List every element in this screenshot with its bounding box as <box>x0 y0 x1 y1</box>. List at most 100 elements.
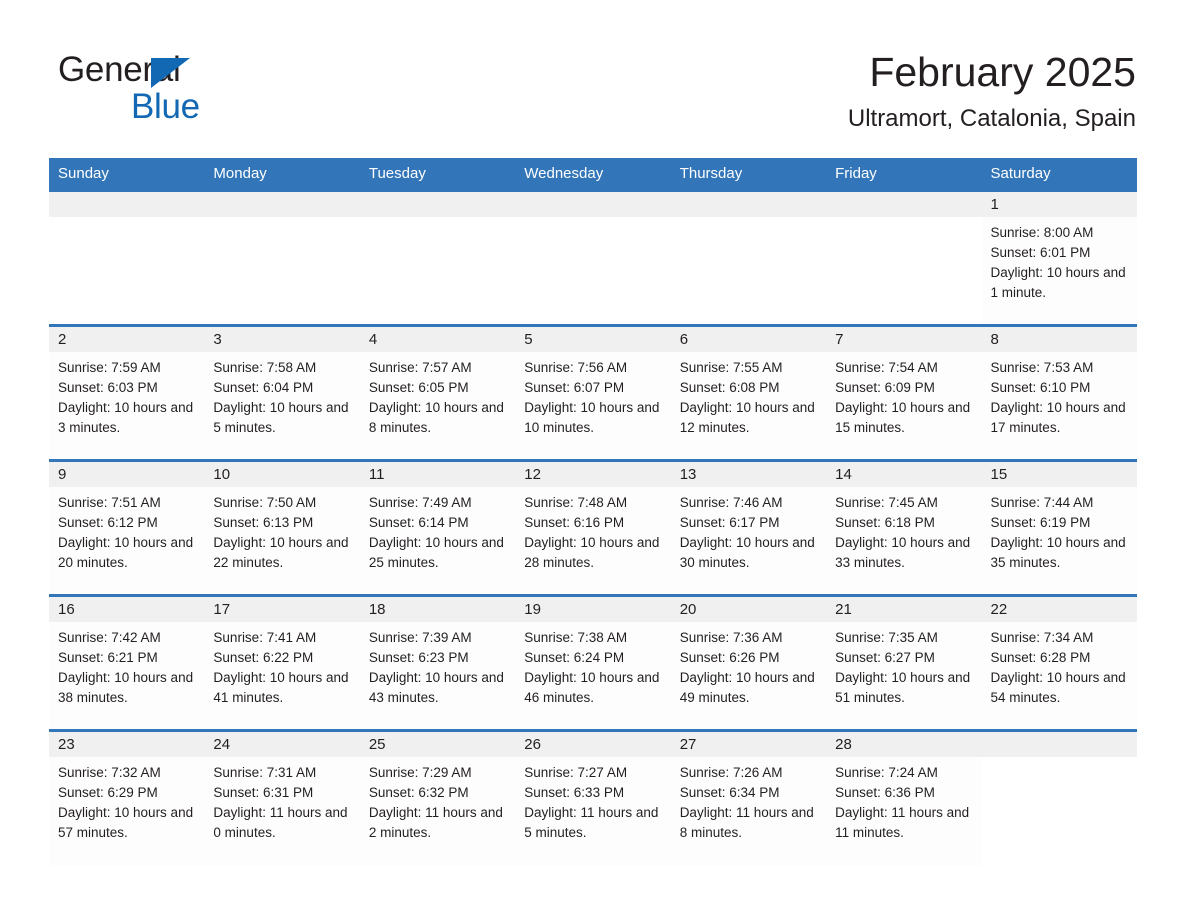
calendar-day-cell[interactable]: 11 Sunrise: 7:49 AM Sunset: 6:14 PM Dayligh… <box>359 459 516 596</box>
day-number-bar: 3 <box>204 328 360 352</box>
calendar-empty-cell <box>49 189 205 326</box>
day-number: 4 <box>368 331 378 348</box>
day-number-bar: 22 <box>981 598 1137 622</box>
calendar-empty-cell <box>515 189 671 326</box>
day-details: Sunrise: 7:35 AM Sunset: 6:27 PM Daylight:… <box>826 622 981 708</box>
sunrise-text: Sunrise: 7:35 AM <box>835 630 938 645</box>
calendar-table: Sunday Monday Tuesday Wednesday Thursday… <box>49 158 1137 866</box>
day-number-bar: 1 <box>981 193 1137 217</box>
sunset-text: Sunset: 6:19 PM <box>990 515 1091 530</box>
sunset-text: Sunset: 6:27 PM <box>835 650 935 665</box>
day-details: Sunrise: 7:41 AM Sunset: 6:22 PM Daylight:… <box>204 622 359 708</box>
daylight-text: Daylight: 10 hours and 20 minutes. <box>58 535 194 570</box>
weekday-header-thursday: Thursday <box>670 158 827 191</box>
sunset-text: Sunset: 6:16 PM <box>524 515 625 530</box>
weekday-header-tuesday: Tuesday <box>359 158 516 191</box>
sunrise-text: Sunrise: 7:58 AM <box>213 360 317 375</box>
day-details: Sunrise: 7:51 AM Sunset: 6:12 PM Daylight:… <box>49 487 204 573</box>
calendar-day-cell[interactable]: 18 Sunrise: 7:39 AM Sunset: 6:23 PM Dayligh… <box>359 594 516 731</box>
day-number-bar <box>204 193 360 217</box>
daylight-text: Daylight: 11 hours and 5 minutes. <box>524 805 659 840</box>
day-details: Sunrise: 7:54 AM Sunset: 6:09 PM Daylight:… <box>826 352 981 438</box>
day-number-bar: 16 <box>49 598 205 622</box>
sunrise-text: Sunrise: 7:48 AM <box>524 495 628 510</box>
page-header: General Blue February 2025 Ultramort, Ca… <box>0 0 1188 158</box>
calendar-empty-cell <box>981 729 1137 866</box>
calendar-day-cell[interactable]: 26 Sunrise: 7:27 AM Sunset: 6:33 PM Dayligh… <box>515 729 671 866</box>
day-number: 17 <box>213 601 231 618</box>
sunset-text: Sunset: 6:07 PM <box>524 380 625 395</box>
calendar-day-cell[interactable]: 24 Sunrise: 7:31 AM Sunset: 6:31 PM Dayligh… <box>204 729 360 866</box>
calendar-day-cell[interactable]: 2 Sunrise: 7:59 AM Sunset: 6:03 PM Daylight… <box>49 324 205 461</box>
sunset-text: Sunset: 6:08 PM <box>679 380 780 395</box>
calendar-day-cell[interactable]: 1 Sunrise: 8:00 AM Sunset: 6:01 PM Daylight… <box>981 189 1137 326</box>
weekday-header-saturday: Saturday <box>981 158 1137 191</box>
calendar-week-row: 2 Sunrise: 7:59 AM Sunset: 6:03 PM Daylight… <box>49 324 1137 461</box>
sunrise-text: Sunrise: 7:55 AM <box>679 360 783 375</box>
day-number-bar: 12 <box>515 463 671 487</box>
day-details: Sunrise: 7:42 AM Sunset: 6:21 PM Daylight:… <box>49 622 204 708</box>
day-details: Sunrise: 7:27 AM Sunset: 6:33 PM Daylight:… <box>515 757 670 843</box>
calendar-page: General Blue February 2025 Ultramort, Ca… <box>0 0 1188 918</box>
sunrise-text: Sunrise: 7:51 AM <box>58 495 161 510</box>
sunrise-text: Sunrise: 7:38 AM <box>524 630 628 645</box>
day-number: 1 <box>990 196 999 213</box>
calendar-day-cell[interactable]: 8 Sunrise: 7:53 AM Sunset: 6:10 PM Daylight… <box>981 324 1137 461</box>
daylight-text: Daylight: 11 hours and 11 minutes. <box>835 805 970 840</box>
calendar-day-cell[interactable]: 5 Sunrise: 7:56 AM Sunset: 6:07 PM Daylight… <box>515 324 671 461</box>
sunset-text: Sunset: 6:26 PM <box>679 650 780 665</box>
day-number: 11 <box>368 466 385 483</box>
day-number-bar: 13 <box>670 463 827 487</box>
daylight-text: Daylight: 10 hours and 22 minutes. <box>213 535 349 570</box>
day-number-bar: 5 <box>515 328 671 352</box>
sunrise-text: Sunrise: 7:24 AM <box>835 765 938 780</box>
day-number-bar: 8 <box>981 328 1137 352</box>
calendar-day-cell[interactable]: 22 Sunrise: 7:34 AM Sunset: 6:28 PM Dayligh… <box>981 594 1137 731</box>
sunrise-text: Sunrise: 7:26 AM <box>679 765 783 780</box>
day-number-bar: 2 <box>49 328 205 352</box>
calendar-day-cell[interactable]: 6 Sunrise: 7:55 AM Sunset: 6:08 PM Daylight… <box>670 324 827 461</box>
day-number-bar <box>981 733 1137 757</box>
sunset-text: Sunset: 6:17 PM <box>679 515 780 530</box>
page-subtitle: Ultramort, Catalonia, Spain <box>847 105 1136 132</box>
weekday-header-friday: Friday <box>826 158 982 191</box>
calendar-day-cell[interactable]: 15 Sunrise: 7:44 AM Sunset: 6:19 PM Dayligh… <box>981 459 1137 596</box>
calendar-day-cell[interactable]: 13 Sunrise: 7:46 AM Sunset: 6:17 PM Dayligh… <box>670 459 827 596</box>
calendar-day-cell[interactable]: 14 Sunrise: 7:45 AM Sunset: 6:18 PM Dayligh… <box>826 459 982 596</box>
day-number-bar: 27 <box>670 733 827 757</box>
calendar-day-cell[interactable]: 19 Sunrise: 7:38 AM Sunset: 6:24 PM Dayligh… <box>515 594 671 731</box>
calendar-day-cell[interactable]: 12 Sunrise: 7:48 AM Sunset: 6:16 PM Dayligh… <box>515 459 671 596</box>
sunrise-text: Sunrise: 8:00 AM <box>990 225 1094 240</box>
calendar-day-cell[interactable]: 7 Sunrise: 7:54 AM Sunset: 6:09 PM Daylight… <box>826 324 982 461</box>
calendar-body: 1 Sunrise: 8:00 AM Sunset: 6:01 PM Daylight… <box>49 189 1137 866</box>
calendar-day-cell[interactable]: 28 Sunrise: 7:24 AM Sunset: 6:36 PM Dayligh… <box>826 729 982 866</box>
day-details: Sunrise: 7:48 AM Sunset: 6:16 PM Daylight:… <box>515 487 670 573</box>
calendar-day-cell[interactable]: 20 Sunrise: 7:36 AM Sunset: 6:26 PM Dayligh… <box>670 594 827 731</box>
sunrise-text: Sunrise: 7:34 AM <box>990 630 1094 645</box>
day-number-bar: 20 <box>670 598 827 622</box>
generalblue-logo[interactable]: General Blue <box>58 50 358 128</box>
sunset-text: Sunset: 6:23 PM <box>368 650 469 665</box>
calendar-day-cell[interactable]: 16 Sunrise: 7:42 AM Sunset: 6:21 PM Dayligh… <box>49 594 205 731</box>
sunrise-text: Sunrise: 7:59 AM <box>58 360 161 375</box>
daylight-text: Daylight: 10 hours and 5 minutes. <box>213 400 349 435</box>
calendar-day-cell[interactable]: 4 Sunrise: 7:57 AM Sunset: 6:05 PM Daylight… <box>359 324 516 461</box>
day-number-bar: 17 <box>204 598 360 622</box>
sunrise-text: Sunrise: 7:49 AM <box>368 495 472 510</box>
sunrise-text: Sunrise: 7:27 AM <box>524 765 628 780</box>
sunrise-text: Sunrise: 7:46 AM <box>679 495 783 510</box>
calendar-day-cell[interactable]: 10 Sunrise: 7:50 AM Sunset: 6:13 PM Dayligh… <box>204 459 360 596</box>
day-details: Sunrise: 7:38 AM Sunset: 6:24 PM Daylight:… <box>515 622 670 708</box>
day-details: Sunrise: 7:44 AM Sunset: 6:19 PM Daylight:… <box>982 487 1137 573</box>
day-number: 20 <box>679 601 697 618</box>
calendar-day-cell[interactable]: 21 Sunrise: 7:35 AM Sunset: 6:27 PM Dayligh… <box>826 594 982 731</box>
day-number-bar: 26 <box>515 733 671 757</box>
day-number: 27 <box>679 736 697 753</box>
calendar-day-cell[interactable]: 17 Sunrise: 7:41 AM Sunset: 6:22 PM Dayligh… <box>204 594 360 731</box>
calendar-day-cell[interactable]: 27 Sunrise: 7:26 AM Sunset: 6:34 PM Dayligh… <box>670 729 827 866</box>
calendar-day-cell[interactable]: 25 Sunrise: 7:29 AM Sunset: 6:32 PM Dayligh… <box>359 729 516 866</box>
calendar-day-cell[interactable]: 3 Sunrise: 7:58 AM Sunset: 6:04 PM Daylight… <box>204 324 360 461</box>
calendar-day-cell[interactable]: 9 Sunrise: 7:51 AM Sunset: 6:12 PM Daylight… <box>49 459 205 596</box>
sunrise-text: Sunrise: 7:36 AM <box>679 630 783 645</box>
calendar-day-cell[interactable]: 23 Sunrise: 7:32 AM Sunset: 6:29 PM Dayligh… <box>49 729 205 866</box>
